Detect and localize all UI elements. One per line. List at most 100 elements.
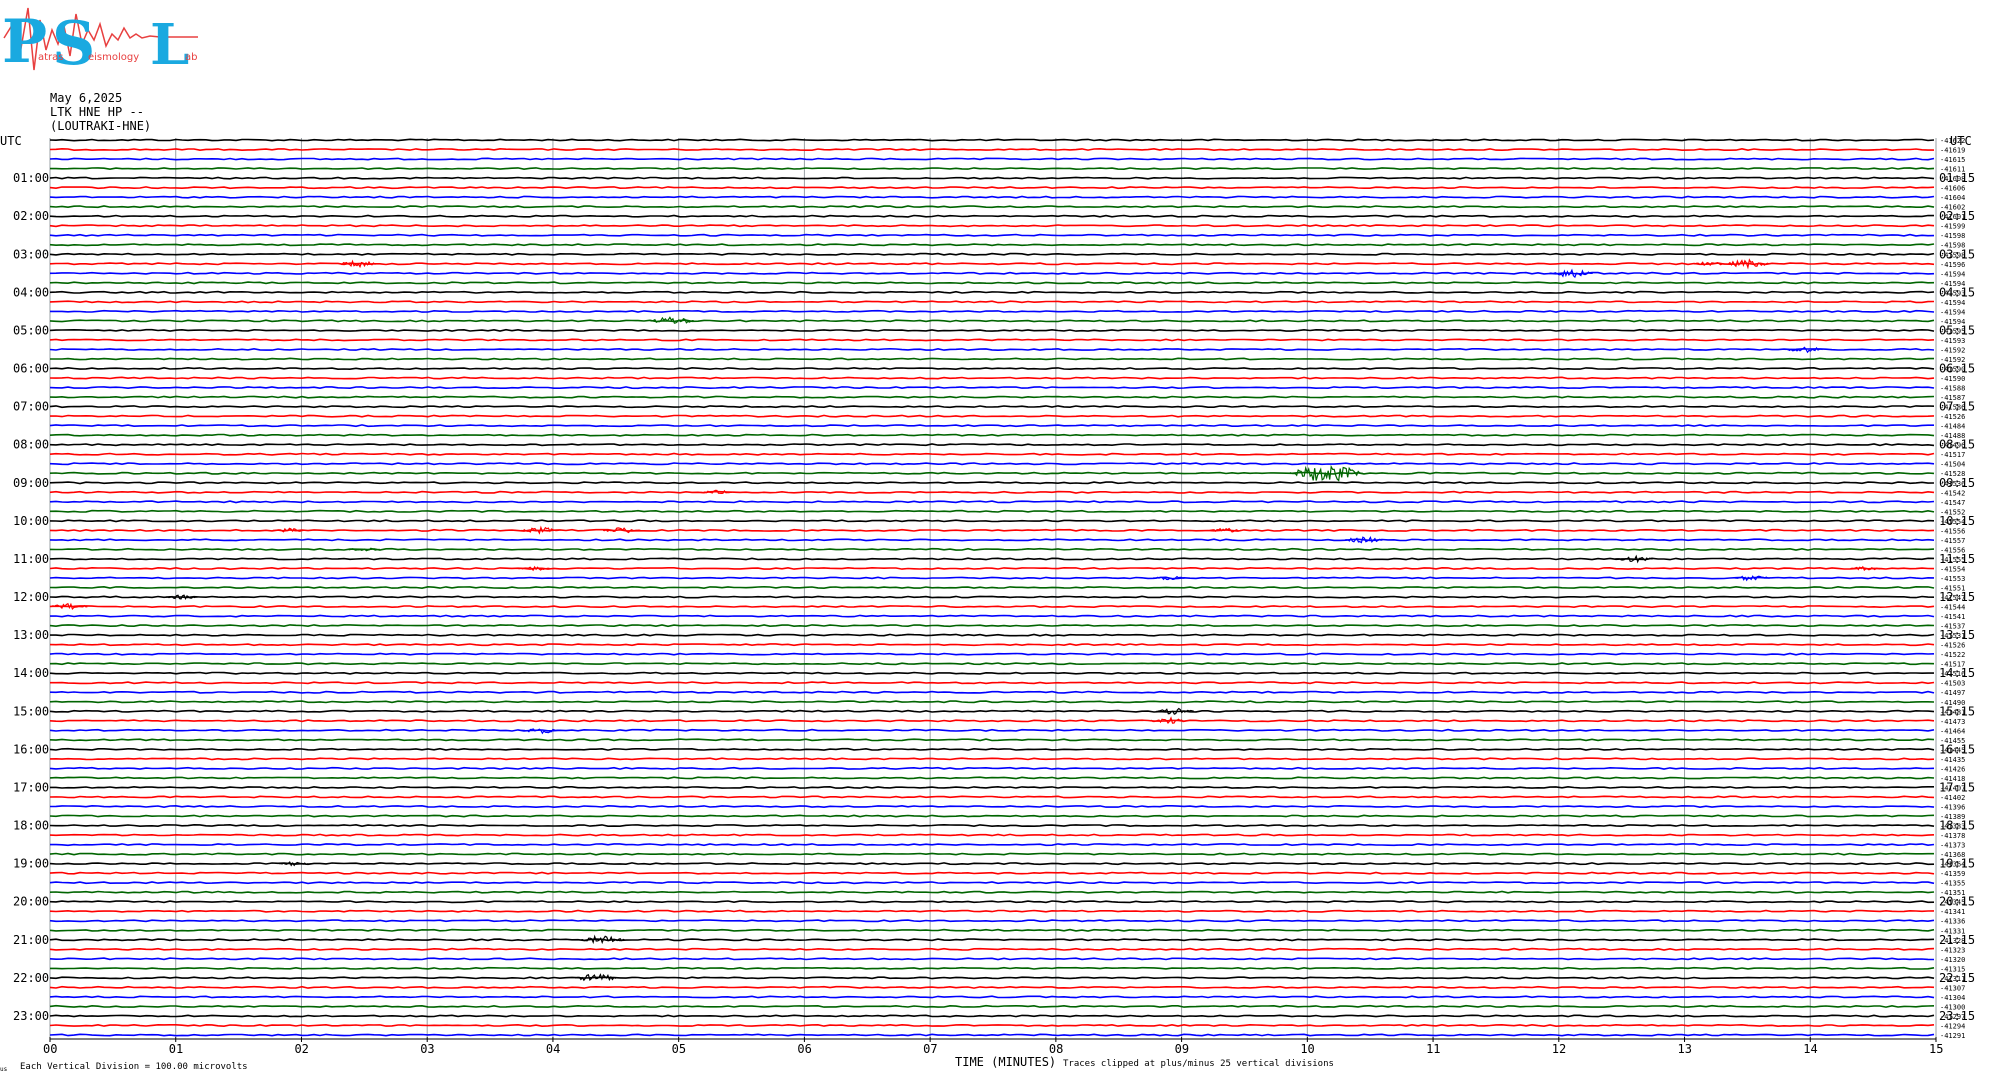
hour-label-left: 03:00: [13, 247, 49, 261]
trace-line: [49, 728, 1935, 732]
trace-line: [49, 528, 1935, 532]
trace-line: [49, 462, 1935, 466]
hour-label-left: 16:00: [13, 742, 49, 756]
trace-line: [49, 957, 1935, 961]
trace-line: [49, 338, 1935, 342]
trace-line: [49, 186, 1935, 190]
x-tick-label: 00: [43, 1042, 57, 1056]
hour-label-right: 04:15: [1939, 285, 1975, 299]
trace-line: [49, 214, 1935, 218]
trace-line: [49, 709, 1935, 713]
hour-label-right: 08:15: [1939, 438, 1975, 452]
trace-offset-label: -41590: [1940, 375, 1965, 383]
hour-label-right: 15:15: [1939, 704, 1975, 718]
trace-line: [49, 195, 1935, 199]
trace-line: [49, 614, 1935, 618]
hour-label-left: 10:00: [13, 514, 49, 528]
helicorder-plot: -41622-41619-41615-41611-41608-41606-416…: [0, 134, 1975, 1073]
trace-line: [49, 947, 1935, 951]
hour-label-left: 17:00: [13, 780, 49, 794]
trace-offset-label: -41553: [1940, 575, 1965, 583]
hour-label-left: 06:00: [13, 362, 49, 376]
trace-line: [49, 271, 1935, 275]
trace-offset-label: -41557: [1940, 537, 1965, 545]
trace-line: [49, 1014, 1935, 1018]
x-tick-label: 12: [1552, 1042, 1566, 1056]
trace-offset-label: -41359: [1940, 870, 1965, 878]
trace-line: [49, 862, 1935, 866]
trace-line: [49, 519, 1935, 523]
trace-offset-label: -41341: [1940, 908, 1965, 916]
trace-line: [49, 976, 1935, 980]
trace-line: [50, 357, 1934, 361]
trace-line: [49, 147, 1934, 152]
hour-label-right: 01:15: [1939, 171, 1975, 185]
trace-offset-label: -41541: [1940, 613, 1965, 621]
trace-offset-label: -41594: [1940, 308, 1965, 316]
left-axis-label: UTC: [0, 134, 22, 148]
trace-offset-label: -41504: [1940, 461, 1965, 469]
trace-offset-label: -41556: [1940, 527, 1965, 535]
hour-label-right: 06:15: [1939, 362, 1975, 376]
hour-label-left: 21:00: [13, 933, 49, 947]
hour-label-right: 03:15: [1939, 247, 1975, 261]
hour-label-right: 12:15: [1939, 590, 1975, 604]
x-axis-title: TIME (MINUTES): [955, 1055, 1056, 1069]
trace-offset-label: -41294: [1940, 1022, 1965, 1030]
trace-offset-label: -41594: [1940, 299, 1965, 307]
trace-line: [49, 452, 1935, 456]
trace-line: [49, 776, 1935, 780]
trace-line: [50, 681, 1935, 685]
trace-line: [49, 290, 1935, 294]
trace-offset-label: -41526: [1940, 413, 1965, 421]
trace-offset-label: -41599: [1940, 223, 1965, 231]
right-axis-label: UTC: [1950, 134, 1972, 148]
seismic-event: [1850, 565, 1883, 572]
trace-line: [49, 386, 1935, 390]
x-tick-label: 01: [169, 1042, 183, 1056]
trace-line: [49, 366, 1935, 371]
trace-offset-label: -41554: [1940, 565, 1965, 573]
trace-offset-label: -41484: [1940, 423, 1965, 431]
trace-offset-label: -41402: [1940, 794, 1965, 802]
trace-line: [49, 595, 1935, 599]
trace-line: [49, 700, 1935, 704]
trace-line: [49, 233, 1935, 237]
hour-label-right: 22:15: [1939, 971, 1975, 985]
x-tick-label: 10: [1300, 1042, 1314, 1056]
trace-line: [49, 405, 1935, 409]
trace-offset-label: -41592: [1940, 346, 1965, 354]
trace-line: [49, 347, 1935, 352]
hour-label-left: 12:00: [13, 590, 49, 604]
clip-note: Traces clipped at plus/minus 25 vertical…: [1063, 1059, 1334, 1069]
hour-label-left: 18:00: [13, 819, 49, 833]
hour-label-left: 07:00: [13, 400, 49, 414]
x-tick-label: 07: [923, 1042, 937, 1056]
trace-offset-label: -41517: [1940, 451, 1965, 459]
trace-line: [49, 662, 1935, 666]
trace-line: [49, 1033, 1935, 1037]
trace-line: [49, 690, 1935, 694]
trace-line: [49, 919, 1935, 923]
trace-line: [49, 176, 1935, 180]
x-tick-label: 06: [797, 1042, 811, 1056]
trace-offset-label: -41606: [1940, 185, 1965, 193]
trace-line: [49, 890, 1935, 894]
trace-line: [49, 138, 1935, 142]
trace-offset-label: -41522: [1940, 651, 1965, 659]
trace-offset-label: -41336: [1940, 918, 1965, 926]
trace-offset-label: -41596: [1940, 261, 1965, 269]
trace-line: [49, 547, 1935, 551]
trace-line: [49, 804, 1935, 809]
trace-line: [49, 509, 1935, 513]
seismic-event: [581, 934, 625, 945]
trace-line: [49, 157, 1935, 161]
hour-label-left: 19:00: [13, 857, 49, 871]
hour-label-right: 14:15: [1939, 666, 1975, 680]
seismic-event: [1725, 258, 1770, 270]
hour-label-right: 21:15: [1939, 933, 1975, 947]
trace-line: [50, 843, 1935, 847]
trace-line: [49, 576, 1935, 580]
x-tick-label: 15: [1929, 1042, 1943, 1056]
trace-line: [49, 585, 1935, 590]
